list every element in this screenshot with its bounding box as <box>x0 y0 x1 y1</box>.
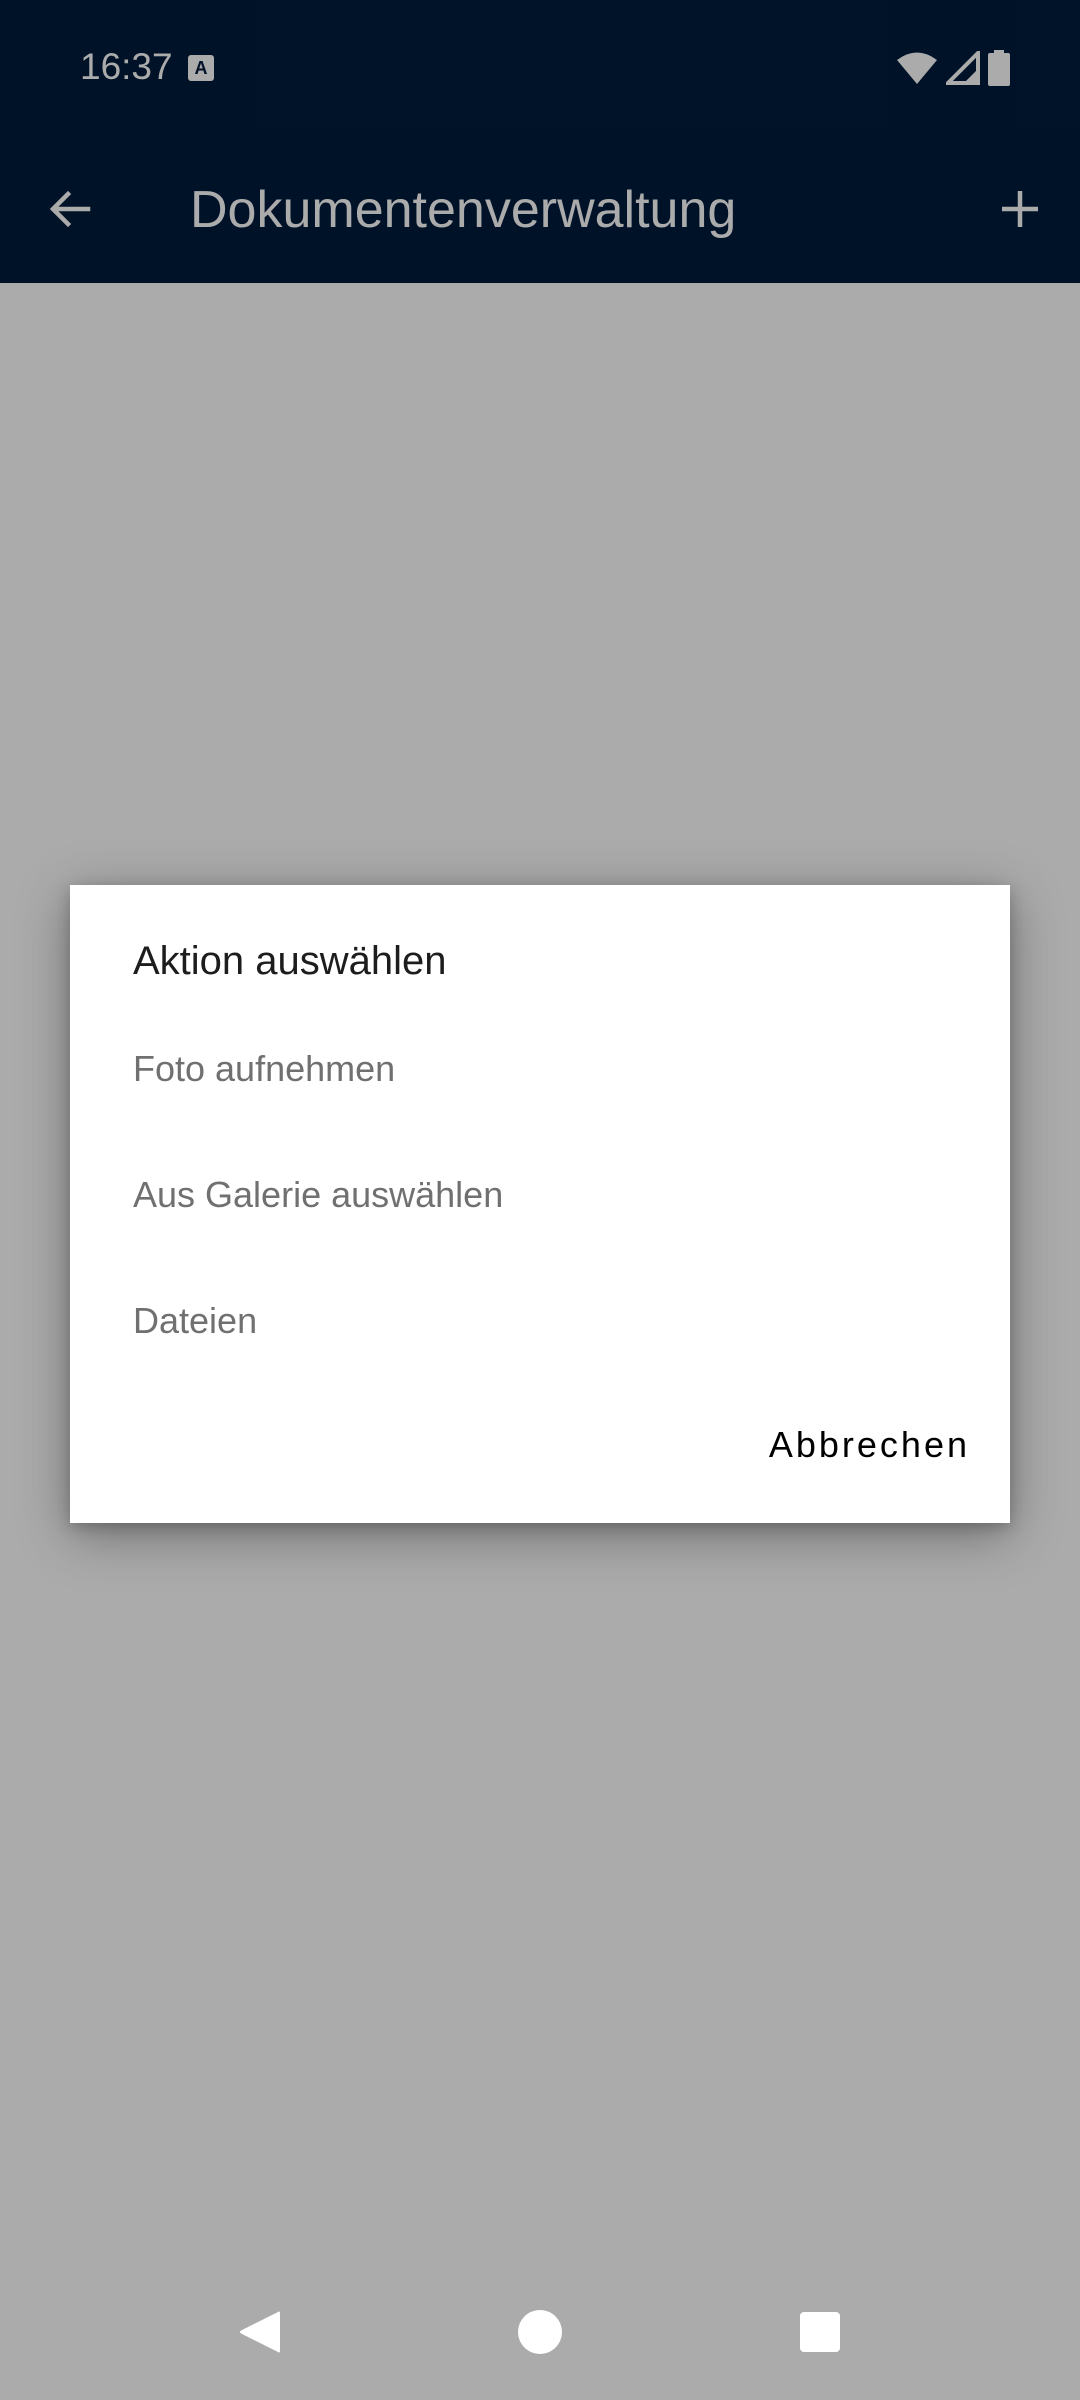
option-choose-from-gallery[interactable]: Aus Galerie auswählen <box>70 1139 1010 1259</box>
action-dialog: Aktion auswählen Foto aufnehmen Aus Gale… <box>70 885 1010 1523</box>
nav-back-button[interactable] <box>219 2292 299 2372</box>
nav-recents-icon <box>800 2312 840 2352</box>
option-label: Aus Galerie auswählen <box>133 1174 504 1215</box>
dialog-title: Aktion auswählen <box>133 939 447 983</box>
nav-home-icon <box>518 2310 562 2354</box>
option-take-photo[interactable]: Foto aufnehmen <box>70 1013 1010 1133</box>
cancel-button[interactable]: Abbrechen <box>759 1405 980 1485</box>
navigation-bar <box>0 2264 1080 2400</box>
option-label: Dateien <box>133 1300 258 1341</box>
option-label: Foto aufnehmen <box>133 1048 396 1089</box>
nav-recents-button[interactable] <box>780 2292 860 2372</box>
nav-home-button[interactable] <box>500 2292 580 2372</box>
option-files[interactable]: Dateien <box>70 1265 1010 1385</box>
nav-back-icon <box>240 2311 280 2353</box>
